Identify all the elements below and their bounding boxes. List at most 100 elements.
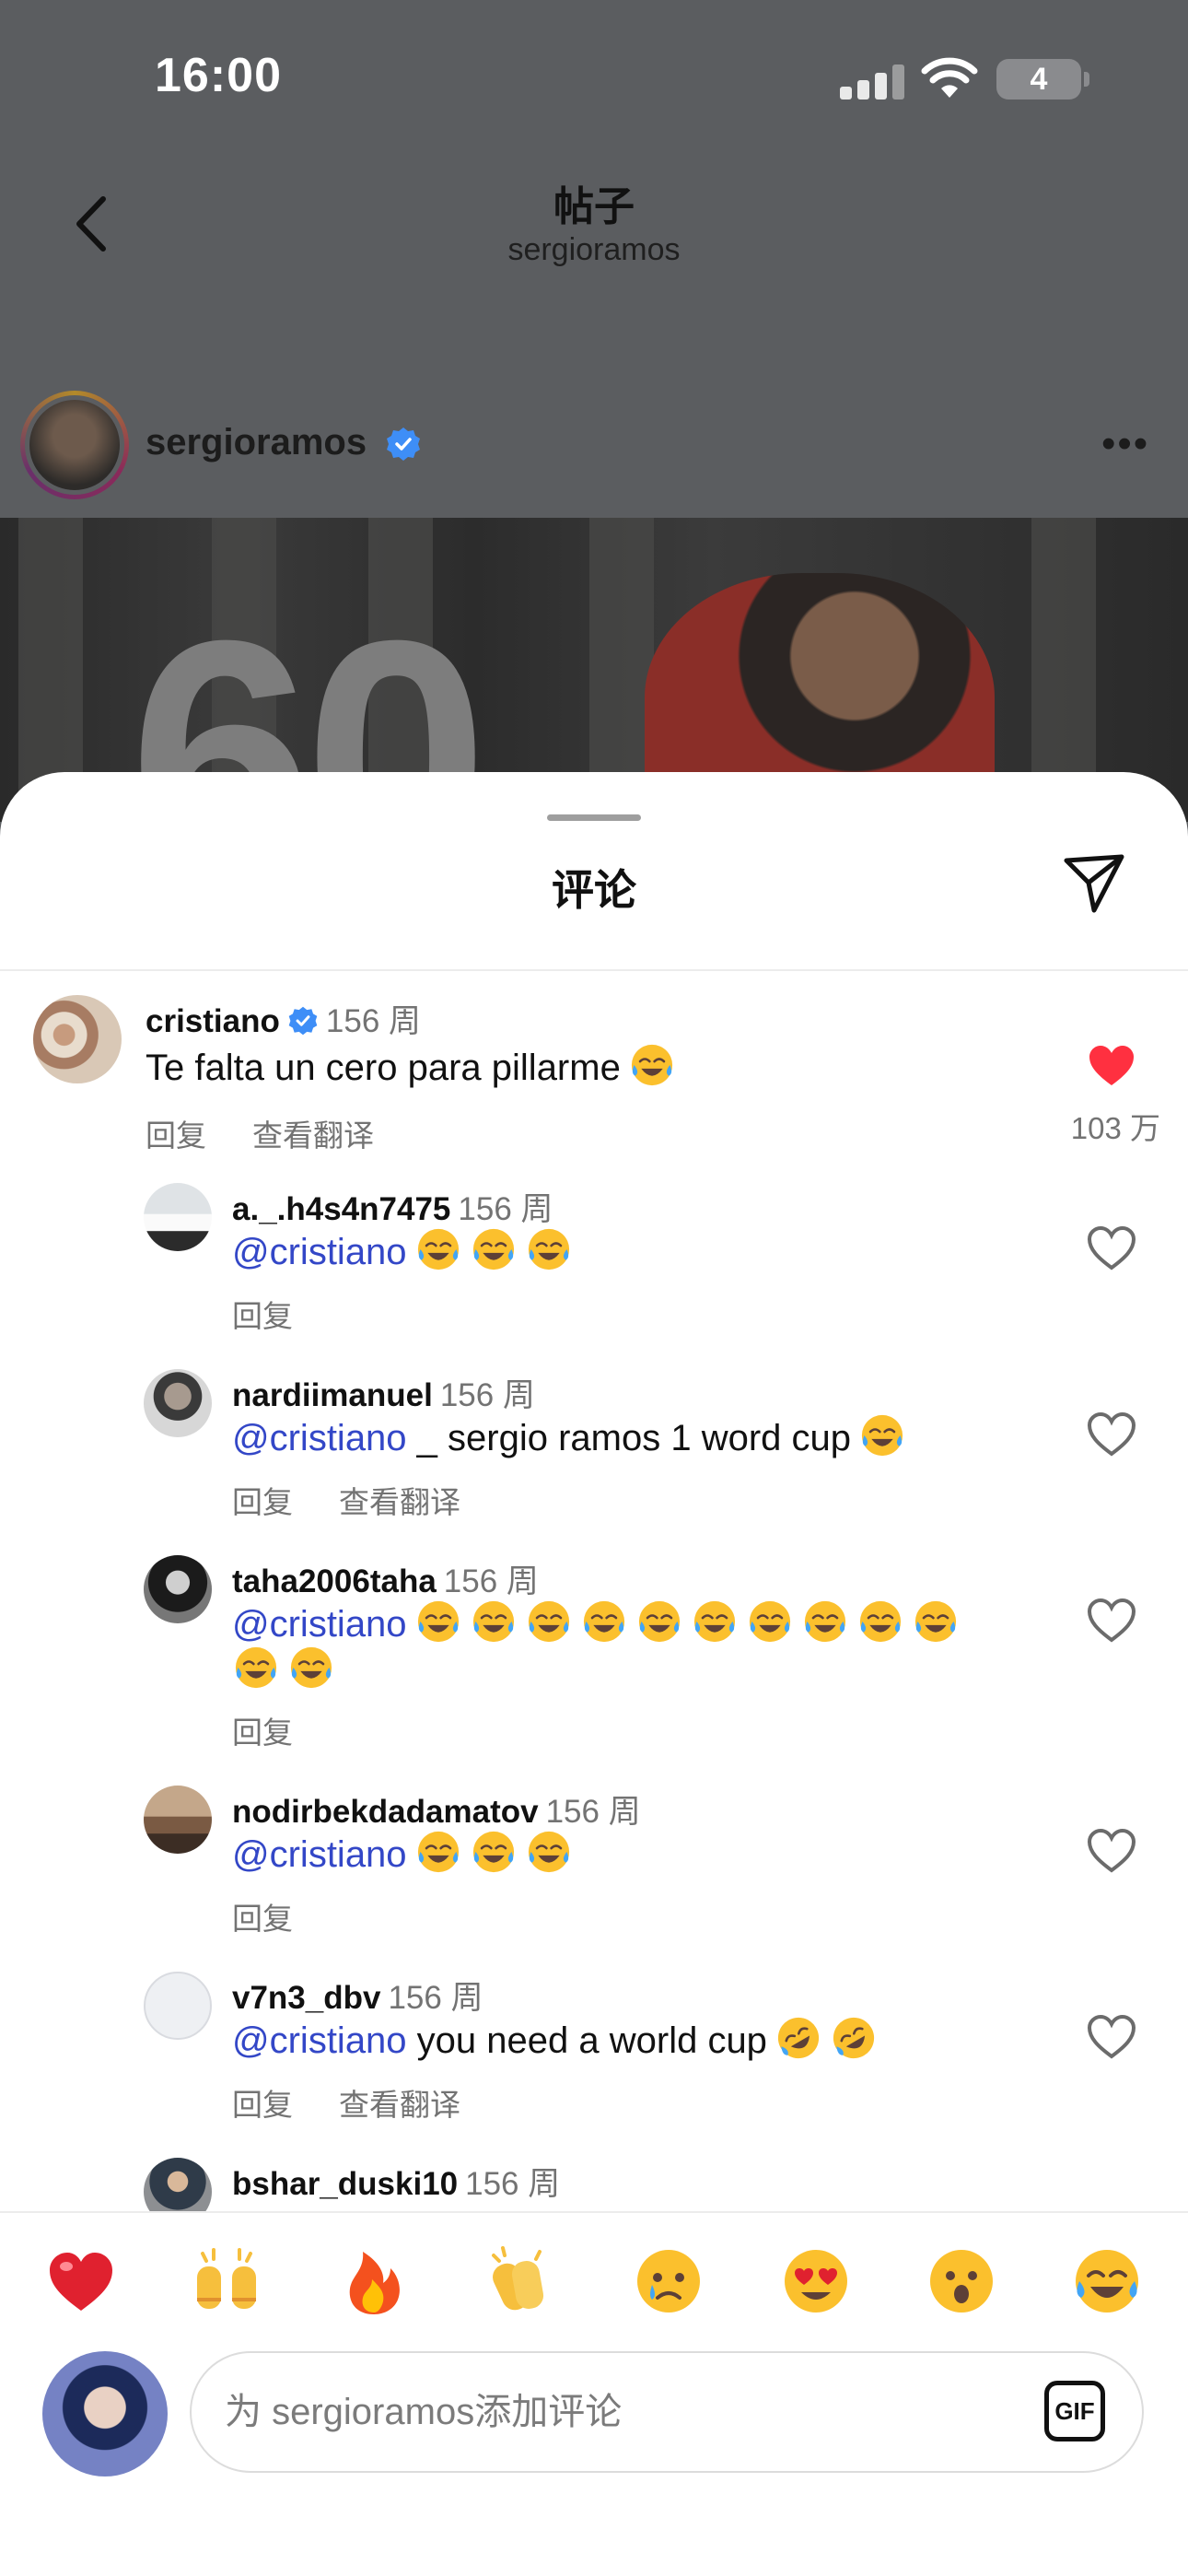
- comment-username[interactable]: bshar_duski10: [232, 2166, 458, 2202]
- rofl-emoji: [830, 2014, 878, 2062]
- like-count: 103 万: [1070, 1111, 1160, 1145]
- mention-link[interactable]: @cristiano: [232, 1418, 407, 1458]
- more-options-icon[interactable]: •••: [1101, 424, 1149, 464]
- tears-of-joy-emoji: [287, 1644, 335, 1692]
- comment-header: taha2006taha 156 周: [232, 1555, 539, 1602]
- comment-text: @cristiano you need a world cup: [232, 2014, 878, 2064]
- heart-outline-icon[interactable]: [1087, 1598, 1136, 1644]
- battery-nub: [1084, 72, 1089, 87]
- see-translation-button[interactable]: 查看翻译: [339, 1485, 460, 1519]
- reply-button[interactable]: 回复: [232, 2088, 293, 2122]
- comment-time: 156 周: [439, 1377, 535, 1413]
- rofl-emoji: [775, 2014, 822, 2062]
- comment-header: cristiano 156 周: [146, 995, 421, 1042]
- comment-input[interactable]: [225, 2353, 998, 2471]
- tears-of-joy-emoji: [232, 1644, 280, 1692]
- tears-of-joy-emoji: [856, 1598, 904, 1645]
- comment-avatar[interactable]: [144, 1369, 212, 1437]
- comment-time: 156 周: [545, 1794, 641, 1830]
- comment-avatar[interactable]: [144, 1786, 212, 1854]
- tears-of-joy-emoji: [580, 1598, 628, 1645]
- comment-header: bshar_duski10 156 周: [232, 2158, 560, 2205]
- gif-button[interactable]: GIF: [1044, 2381, 1105, 2441]
- comment-username[interactable]: cristiano: [146, 1003, 280, 1039]
- comment-time: 156 周: [458, 1191, 553, 1227]
- page-subtitle: sergioramos: [507, 232, 681, 267]
- comment-actions: 回复 查看翻译: [146, 1111, 374, 1155]
- tears-of-joy-emoji: [525, 1598, 573, 1645]
- tears-of-joy-emoji: [912, 1598, 960, 1645]
- clapping-hands-emoji[interactable]: [483, 2244, 556, 2318]
- comment-header: nodirbekdadamatov 156 周: [232, 1786, 641, 1832]
- heart-outline-icon[interactable]: [1087, 1828, 1136, 1874]
- comment-username[interactable]: taha2006taha: [232, 1563, 437, 1599]
- comment-text: @cristiano: [232, 1828, 573, 1878]
- comment-header: nardiimanuel 156 周: [232, 1369, 535, 1416]
- tears-of-joy-emoji: [801, 1598, 849, 1645]
- post-author-avatar[interactable]: [20, 391, 129, 499]
- fire-emoji[interactable]: [337, 2244, 411, 2318]
- tears-of-joy-emoji: [525, 1225, 573, 1273]
- post-author-username[interactable]: sergioramos: [146, 422, 367, 463]
- comment-text-continued: [232, 1644, 335, 1693]
- comment-avatar[interactable]: [144, 1555, 212, 1623]
- comment-header: v7n3_dbv 156 周: [232, 1972, 483, 2019]
- comment-text: @cristiano: [232, 1598, 960, 1647]
- surprised-face-emoji[interactable]: [925, 2244, 998, 2318]
- comment-actions: 回复: [232, 1292, 293, 1336]
- verified-badge-icon: [288, 1006, 318, 1036]
- heart-eyes-emoji[interactable]: [779, 2244, 853, 2318]
- crying-face-emoji[interactable]: [632, 2244, 705, 2318]
- comment-avatar[interactable]: [33, 995, 122, 1083]
- comment-avatar[interactable]: [144, 1183, 212, 1251]
- tears-of-joy-emoji: [414, 1598, 462, 1645]
- comment-text: @cristiano _ sergio ramos 1 word cup: [232, 1411, 906, 1461]
- comment-username[interactable]: nardiimanuel: [232, 1377, 433, 1413]
- comment-actions: 回复 查看翻译: [232, 2080, 460, 2125]
- reply-button[interactable]: 回复: [232, 1299, 293, 1333]
- raising-hands-emoji[interactable]: [190, 2244, 263, 2318]
- tears-of-joy-emoji: [691, 1598, 739, 1645]
- tears-of-joy-emoji: [414, 1828, 462, 1876]
- comment-composer-bar: GIF: [0, 2211, 1188, 2576]
- comment-username[interactable]: v7n3_dbv: [232, 1980, 380, 2016]
- mention-link[interactable]: @cristiano: [232, 1834, 407, 1875]
- heart-outline-icon[interactable]: [1087, 1225, 1136, 1271]
- current-user-avatar[interactable]: [42, 2351, 168, 2476]
- heart-outline-icon[interactable]: [1087, 2014, 1136, 2060]
- comment-input-container: GIF: [190, 2351, 1144, 2473]
- comment-time: 156 周: [388, 1980, 483, 2016]
- wifi-icon: [921, 57, 978, 98]
- comment-actions: 回复: [232, 1894, 293, 1938]
- heart-filled-icon[interactable]: [1087, 1043, 1136, 1089]
- reply-button[interactable]: 回复: [232, 1715, 293, 1750]
- default-avatar[interactable]: [144, 1972, 212, 2040]
- tears-of-joy-emoji: [858, 1411, 906, 1459]
- reply-button[interactable]: 回复: [232, 1902, 293, 1936]
- tears-of-joy-emoji: [414, 1225, 462, 1273]
- tears-of-joy-emoji: [470, 1225, 518, 1273]
- tears-of-joy-emoji: [470, 1598, 518, 1645]
- share-send-icon[interactable]: [1061, 849, 1127, 916]
- comment-actions: 回复: [232, 1708, 293, 1752]
- red-heart-emoji[interactable]: [44, 2244, 118, 2318]
- comment-text: @cristiano: [232, 1225, 573, 1275]
- comment-username[interactable]: nodirbekdadamatov: [232, 1794, 539, 1830]
- mention-link[interactable]: @cristiano: [232, 2020, 407, 2061]
- comment-username[interactable]: a._.h4s4n7475: [232, 1191, 450, 1227]
- battery-indicator: 4: [996, 59, 1081, 100]
- heart-outline-icon[interactable]: [1087, 1411, 1136, 1458]
- comment-body: you need a world cup: [406, 2020, 767, 2061]
- sheet-grabber[interactable]: [547, 814, 641, 821]
- see-translation-button[interactable]: 查看翻译: [339, 2088, 460, 2122]
- page-title: 帖子: [553, 184, 635, 229]
- reply-button[interactable]: 回复: [232, 1485, 293, 1519]
- tears-of-joy-emoji[interactable]: [1070, 2244, 1144, 2318]
- mention-link[interactable]: @cristiano: [232, 1232, 407, 1272]
- tears-of-joy-emoji: [628, 1041, 676, 1089]
- tears-of-joy-emoji: [635, 1598, 683, 1645]
- reply-button[interactable]: 回复: [146, 1118, 206, 1153]
- comment-time: 156 周: [465, 2166, 561, 2202]
- see-translation-button[interactable]: 查看翻译: [252, 1118, 374, 1153]
- mention-link[interactable]: @cristiano: [232, 1604, 407, 1645]
